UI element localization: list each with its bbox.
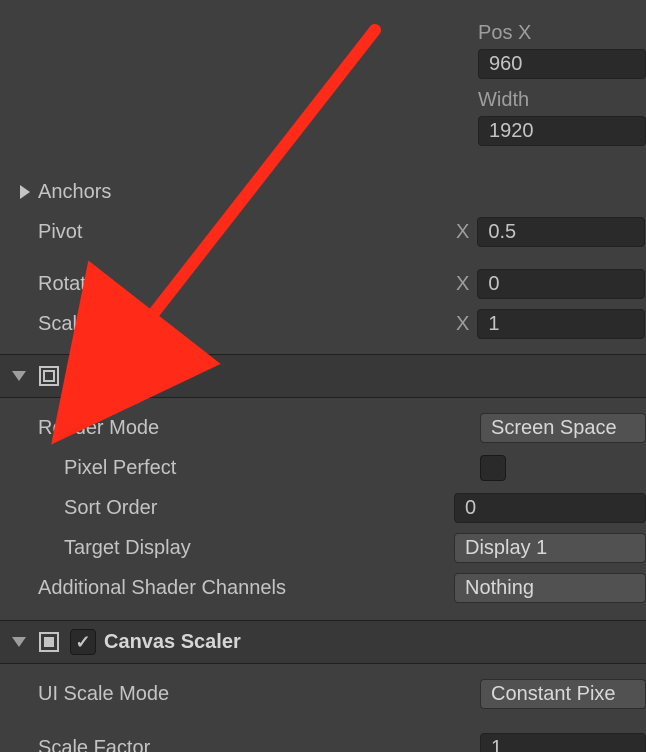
scale-label: Scale: [38, 313, 418, 336]
scaler-foldout-icon[interactable]: [10, 633, 28, 651]
pivot-x-group: X 0.5: [456, 217, 645, 247]
ui-scale-mode-label: UI Scale Mode: [38, 683, 480, 706]
pixel-perfect-row: Pixel Perfect: [0, 448, 646, 488]
width-input[interactable]: 1920: [478, 116, 646, 146]
additional-shader-dropdown[interactable]: Nothing: [454, 573, 646, 603]
anchors-label: Anchors: [38, 181, 418, 204]
sort-order-input[interactable]: 0: [454, 493, 646, 523]
ui-scale-mode-row: UI Scale Mode Constant Pixe: [0, 674, 646, 714]
render-mode-label: Render Mode: [38, 417, 480, 440]
render-mode-row: Render Mode Screen Space: [0, 408, 646, 448]
rotation-x-group: X 0: [456, 269, 645, 299]
canvas-component-header[interactable]: Canvas: [0, 354, 646, 398]
scale-x-prefix[interactable]: X: [456, 313, 477, 336]
rect-transform-top: Pos X 960 Width 1920: [0, 0, 646, 172]
width-value: 1920: [489, 120, 534, 143]
ui-scale-mode-value: Constant Pixe: [491, 683, 616, 706]
pivot-x-value: 0.5: [488, 221, 516, 244]
sort-order-value: 0: [465, 497, 476, 520]
scaler-enable-checkbox[interactable]: [70, 629, 96, 655]
inspector-panel: Pos X 960 Width 1920 Anchors Pivot X 0.5…: [0, 0, 646, 752]
rotation-x-value: 0: [488, 273, 499, 296]
scale-x-input[interactable]: 1: [477, 309, 645, 339]
scale-factor-value: 1: [491, 737, 502, 752]
canvas-enable-checkbox[interactable]: [70, 363, 96, 389]
sort-order-row: Sort Order 0: [0, 488, 646, 528]
target-display-dropdown[interactable]: Display 1: [454, 533, 646, 563]
sort-order-label: Sort Order: [38, 497, 454, 520]
width-label: Width: [478, 89, 646, 112]
pivot-x-prefix[interactable]: X: [456, 221, 477, 244]
target-display-label: Target Display: [38, 537, 454, 560]
target-display-value: Display 1: [465, 537, 547, 560]
rotation-x-input[interactable]: 0: [477, 269, 645, 299]
scale-x-group: X 1: [456, 309, 645, 339]
rotation-row: Rotation X 0: [0, 264, 646, 304]
render-mode-value: Screen Space: [491, 417, 617, 440]
ui-scale-mode-dropdown[interactable]: Constant Pixe: [480, 679, 646, 709]
canvas-scaler-header[interactable]: Canvas Scaler: [0, 620, 646, 664]
pivot-x-input[interactable]: 0.5: [477, 217, 645, 247]
rotation-label: Rotation: [38, 273, 418, 296]
pixel-perfect-label: Pixel Perfect: [38, 457, 480, 480]
additional-shader-label: Additional Shader Channels: [38, 577, 454, 600]
render-mode-dropdown[interactable]: Screen Space: [480, 413, 646, 443]
canvas-scaler-icon: [36, 629, 62, 655]
target-display-row: Target Display Display 1: [0, 528, 646, 568]
scale-factor-input[interactable]: 1: [480, 733, 646, 752]
rotation-x-prefix[interactable]: X: [456, 273, 477, 296]
scale-x-value: 1: [488, 313, 499, 336]
additional-shader-value: Nothing: [465, 577, 534, 600]
scale-row: Scale X 1: [0, 304, 646, 344]
canvas-title: Canvas: [104, 365, 175, 388]
anchors-row[interactable]: Anchors: [0, 172, 646, 212]
canvas-foldout-icon[interactable]: [10, 367, 28, 385]
scaler-title: Canvas Scaler: [104, 631, 241, 654]
posx-input[interactable]: 960: [478, 49, 646, 79]
posx-value: 960: [489, 53, 522, 76]
pivot-label: Pivot: [38, 221, 418, 244]
posx-label: Pos X: [478, 22, 646, 45]
posx-width-column: Pos X 960 Width 1920: [478, 22, 646, 146]
pixel-perfect-checkbox[interactable]: [480, 455, 506, 481]
pivot-row: Pivot X 0.5: [0, 212, 646, 252]
anchors-foldout-icon[interactable]: [16, 183, 34, 201]
canvas-icon: [36, 363, 62, 389]
scale-factor-label: Scale Factor: [38, 737, 480, 752]
scale-factor-row: Scale Factor 1: [0, 728, 646, 752]
additional-shader-row: Additional Shader Channels Nothing: [0, 568, 646, 608]
